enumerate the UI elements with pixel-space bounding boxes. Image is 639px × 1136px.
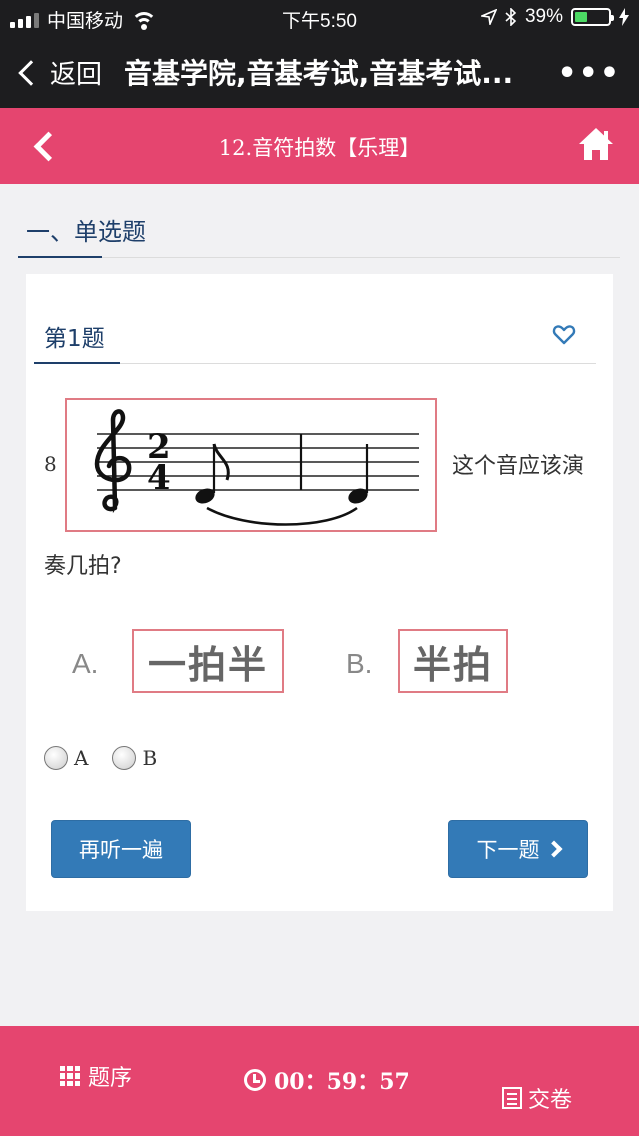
- battery-icon: [571, 8, 614, 26]
- next-question-button[interactable]: 下一题: [448, 820, 588, 878]
- submit-label: 交卷: [528, 1088, 573, 1113]
- music-staff-drawing: 2 4: [94, 409, 419, 526]
- replay-button[interactable]: 再听一遍: [51, 820, 191, 878]
- section-tab-bar: 一、单选题: [18, 204, 620, 258]
- countdown-timer: 00：59：57: [244, 1064, 410, 1096]
- section-title[interactable]: 一、单选题: [26, 212, 146, 247]
- time-signature-bottom: 4: [147, 458, 171, 498]
- question-header: 第1题: [34, 314, 596, 364]
- wechat-title: 音基学院,音基考试,音基考试...: [124, 57, 514, 90]
- grid-icon: [60, 1066, 80, 1086]
- question-title: 第1题: [44, 326, 105, 352]
- option-b-letter: B.: [346, 648, 373, 679]
- option-a-letter: A.: [72, 648, 99, 679]
- charging-bolt-icon: [619, 8, 629, 26]
- timer-value: 00：59：57: [274, 1069, 410, 1095]
- bluetooth-icon: [505, 8, 517, 26]
- option-b-image: 半拍: [398, 629, 508, 693]
- tie-arc: [206, 506, 358, 526]
- more-options-button[interactable]: •••: [557, 56, 621, 91]
- radio-option-a[interactable]: A: [44, 746, 88, 770]
- radio-option-b[interactable]: B: [112, 746, 157, 770]
- heart-outline-icon[interactable]: [552, 322, 576, 346]
- treble-clef-icon: [94, 409, 132, 514]
- home-icon[interactable]: [577, 125, 615, 163]
- radio-label-b: B: [142, 746, 158, 770]
- radio-label-a: A: [74, 746, 89, 770]
- radio-circle-a[interactable]: [44, 746, 68, 770]
- wechat-back-button[interactable]: 返回: [14, 54, 102, 91]
- chevron-left-icon: [18, 59, 44, 86]
- location-arrow-icon: [480, 9, 497, 25]
- question-card: 第1题 8 2 4 这个音应该演 奏几拍? A. 一拍半 B. 半拍 A B 再…: [26, 274, 613, 911]
- submit-exam-button[interactable]: 交卷: [502, 1082, 572, 1114]
- wechat-back-label: 返回: [50, 60, 103, 90]
- radio-circle-b[interactable]: [112, 746, 137, 770]
- section-underline: [18, 256, 102, 258]
- page-header: 12.音符拍数【乐理】: [0, 108, 639, 184]
- page-title: 12.音符拍数【乐理】: [218, 136, 421, 160]
- music-staff-image: 2 4: [65, 398, 437, 532]
- question-text-line1: 这个音应该演: [452, 454, 585, 479]
- replay-button-label: 再听一遍: [79, 838, 163, 862]
- question-text-line2: 奏几拍?: [44, 554, 122, 579]
- option-a-image: 一拍半: [132, 629, 284, 693]
- document-icon: [502, 1087, 522, 1109]
- question-underline: [34, 362, 120, 364]
- battery-fill: [575, 12, 588, 22]
- wechat-nav-bar: 返回 音基学院,音基考试,音基考试... •••: [0, 36, 639, 108]
- bottom-toolbar: 题序 00：59：57 交卷: [0, 1026, 639, 1136]
- question-number: 8: [44, 452, 57, 476]
- question-order-label: 题序: [88, 1066, 133, 1091]
- question-order-button[interactable]: 题序: [60, 1060, 132, 1092]
- answer-radio-group: A B: [44, 746, 181, 770]
- status-bar: 中国移动 下午5:50 39%: [0, 0, 639, 36]
- chevron-right-icon: [545, 840, 562, 858]
- next-button-label: 下一题: [476, 838, 540, 862]
- status-right: 39%: [480, 6, 629, 28]
- battery-percent: 39%: [524, 6, 563, 27]
- clock-icon: [244, 1069, 266, 1091]
